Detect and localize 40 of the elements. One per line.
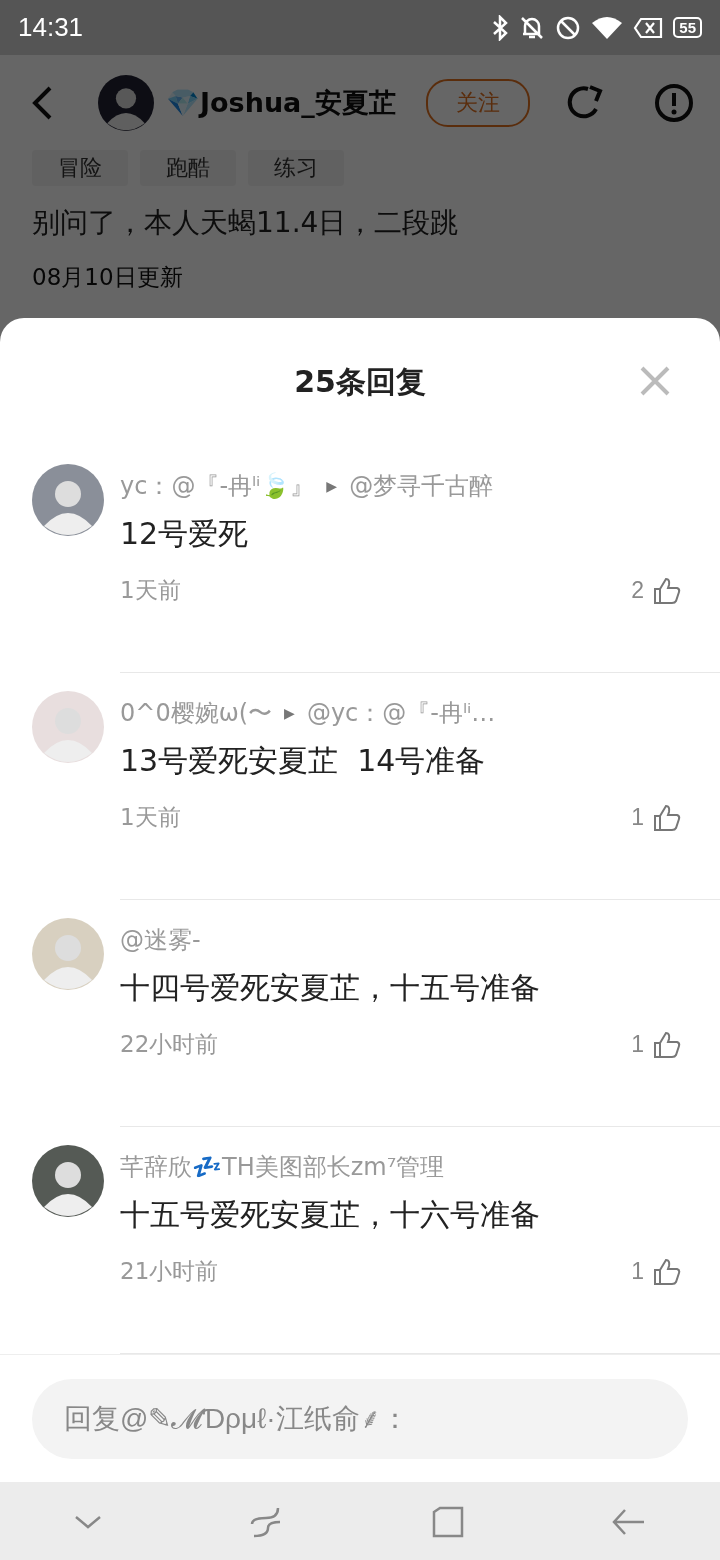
update-date: 08月10日更新 — [31, 263, 184, 292]
status-time: 14:31 — [18, 12, 84, 43]
tag[interactable]: 跑酷 — [140, 150, 236, 186]
like-button[interactable]: 1 — [631, 802, 682, 833]
comment-text: 十五号爱死安夏芷，十六号准备 — [120, 1196, 541, 1234]
like-button[interactable]: 2 — [631, 575, 682, 606]
comment-time: 21小时前 — [120, 1257, 219, 1286]
sheet-title: 25条回复 — [294, 362, 426, 401]
follow-button[interactable]: 关注 — [426, 78, 530, 127]
like-button[interactable]: 1 — [631, 1029, 682, 1060]
blocked-icon — [555, 14, 582, 41]
comment-author[interactable]: yc：@『-冉ˡⁱ🍃』 — [120, 470, 315, 502]
tag[interactable]: 冒险 — [32, 150, 128, 186]
wifi-icon — [591, 14, 624, 41]
close-icon[interactable] — [640, 366, 670, 396]
comment-text: 13号爱死安夏芷 14号准备 — [120, 742, 487, 780]
comment-time: 1天前 — [120, 803, 181, 832]
username[interactable]: 💎Joshua_安夏芷 — [166, 84, 414, 121]
reply-arrow: ▶ — [284, 705, 295, 721]
report-icon[interactable] — [654, 82, 694, 123]
avatar[interactable] — [32, 1145, 104, 1217]
comment-time: 1天前 — [120, 576, 181, 605]
like-button[interactable]: 1 — [631, 1256, 682, 1287]
reply-target[interactable]: @梦寻千古醉 — [349, 470, 494, 502]
reply-target[interactable]: @yc：@『-冉ˡⁱ… — [306, 697, 496, 729]
comment-author[interactable]: 芊辞欣💤TH美图部长zm⁷管理 — [120, 1151, 445, 1183]
comment-text: 12号爱死 — [120, 515, 250, 553]
back-icon[interactable] — [30, 84, 54, 121]
avatar[interactable] — [32, 464, 104, 536]
reply-arrow: ▶ — [326, 478, 338, 494]
post-text: 别问了，本人天蝎11.4日，二段跳 — [31, 205, 460, 241]
reply-field[interactable]: 回复@✎𝓜Ɗρμℓ·江纸俞⸙： — [32, 1378, 688, 1459]
comment-text: 十四号爱死安夏芷，十五号准备 — [120, 969, 541, 1007]
avatar[interactable] — [98, 74, 154, 131]
bluetooth-icon — [491, 14, 510, 41]
battery-level: 55 — [673, 17, 702, 38]
comment-time: 22小时前 — [120, 1030, 219, 1059]
tag[interactable]: 练习 — [248, 150, 344, 186]
comment-author[interactable]: @迷雾- — [120, 924, 201, 956]
comment-author[interactable]: 0^0樱婉ω(〜 — [120, 697, 273, 729]
